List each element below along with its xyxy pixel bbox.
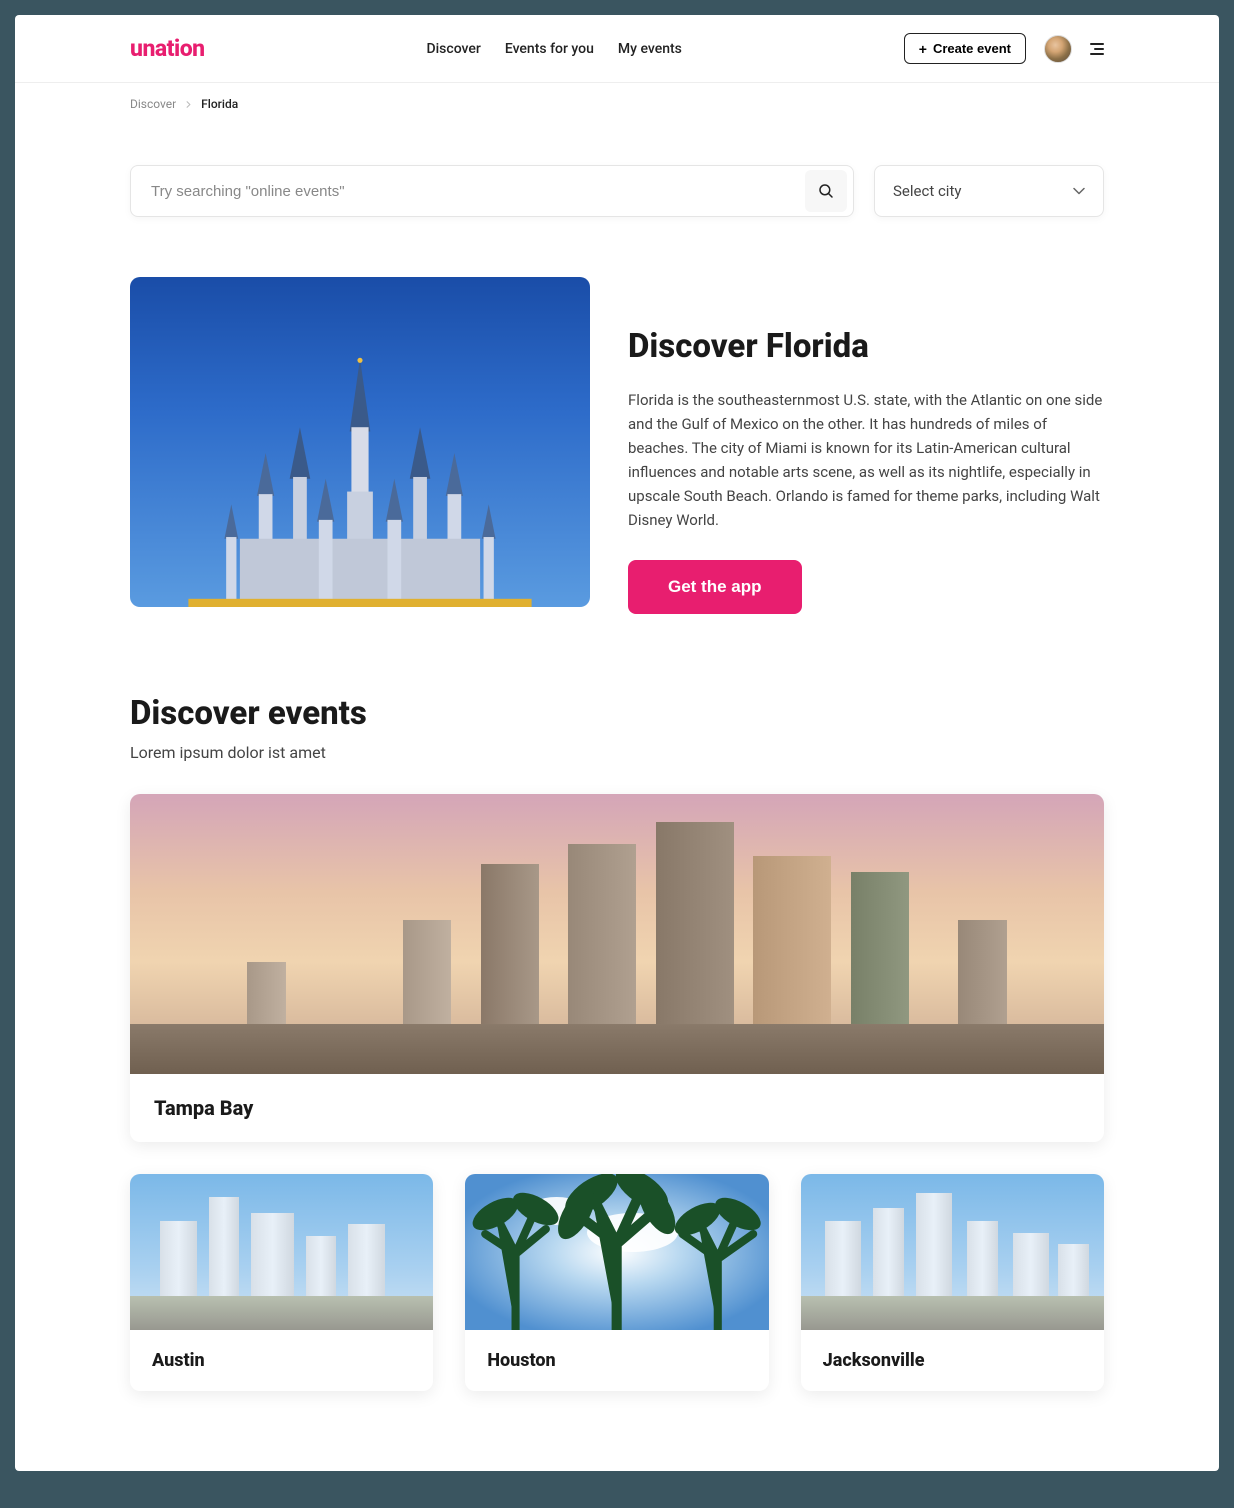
nav-my-events[interactable]: My events — [618, 41, 682, 57]
create-event-button[interactable]: + Create event — [904, 33, 1026, 64]
breadcrumb: Discover Florida — [15, 83, 1219, 125]
city-select-label: Select city — [893, 182, 961, 200]
city-select[interactable]: Select city — [874, 165, 1104, 217]
city-image — [130, 1174, 433, 1330]
search-box — [130, 165, 854, 217]
hero-image — [130, 277, 590, 607]
breadcrumb-root[interactable]: Discover — [130, 97, 176, 111]
city-card-houston[interactable]: Houston — [465, 1174, 768, 1391]
header: unation Discover Events for you My event… — [15, 15, 1219, 83]
featured-city-image — [130, 794, 1104, 1074]
nav-events-for-you[interactable]: Events for you — [505, 41, 594, 57]
city-card-jacksonville[interactable]: Jacksonville — [801, 1174, 1104, 1391]
breadcrumb-current: Florida — [201, 97, 238, 111]
chevron-down-icon — [1073, 187, 1085, 195]
avatar[interactable] — [1044, 35, 1072, 63]
featured-city-title: Tampa Bay — [154, 1096, 1080, 1120]
city-grid: Austin — [130, 1174, 1104, 1391]
city-image — [801, 1174, 1104, 1330]
search-icon — [817, 182, 835, 200]
menu-icon[interactable] — [1090, 43, 1104, 55]
plus-icon: + — [919, 42, 927, 56]
nav-discover[interactable]: Discover — [426, 41, 480, 57]
events-section-title: Discover events — [130, 694, 1104, 733]
city-card-austin[interactable]: Austin — [130, 1174, 433, 1391]
get-app-button[interactable]: Get the app — [628, 560, 802, 614]
app-shell: unation Discover Events for you My event… — [15, 15, 1219, 1471]
search-button[interactable] — [805, 170, 847, 212]
header-actions: + Create event — [904, 33, 1104, 64]
hero: Discover Florida Florida is the southeas… — [130, 277, 1104, 614]
city-title: Jacksonville — [823, 1350, 1082, 1371]
events-section-subtitle: Lorem ipsum dolor ist amet — [130, 743, 1104, 762]
hero-title: Discover Florida — [628, 327, 1104, 366]
main-nav: Discover Events for you My events — [426, 41, 681, 57]
search-input[interactable] — [151, 183, 805, 200]
city-title: Houston — [487, 1350, 746, 1371]
hero-text: Discover Florida Florida is the southeas… — [628, 277, 1104, 614]
main-content: Select city — [15, 125, 1219, 1471]
chevron-right-icon — [185, 97, 195, 111]
create-event-label: Create event — [933, 41, 1011, 56]
featured-city-card[interactable]: Tampa Bay — [130, 794, 1104, 1142]
city-image — [465, 1174, 768, 1330]
logo[interactable]: unation — [130, 35, 205, 62]
city-title: Austin — [152, 1350, 411, 1371]
search-row: Select city — [130, 165, 1104, 217]
hero-description: Florida is the southeasternmost U.S. sta… — [628, 388, 1104, 532]
